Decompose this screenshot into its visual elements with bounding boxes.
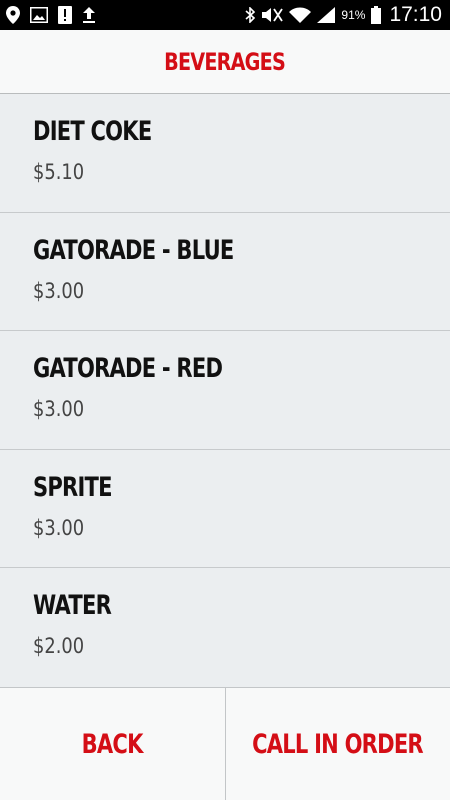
list-item-gatorade-blue[interactable]: GATORADE - BLUE $3.00 [0,212,450,332]
bluetooth-icon [245,7,256,23]
status-clock: 17:10 [389,3,442,26]
page-header: BEVERAGES [0,30,450,94]
status-bar: 91% 17:10 [0,0,450,30]
item-price: $5.10 [33,160,85,184]
item-name: WATER [33,590,112,622]
mute-icon [261,7,284,23]
beverage-list: DIET COKE $5.10 GATORADE - BLUE $3.00 GA… [0,94,450,687]
status-bar-notifications [6,0,96,30]
alert-icon [58,6,72,24]
list-item-gatorade-red[interactable]: GATORADE - RED $3.00 [0,331,450,450]
item-name: DIET COKE [33,116,152,147]
location-icon [6,6,20,24]
image-icon [30,7,48,23]
footer-bar: BACK CALL IN ORDER [0,687,450,800]
back-button[interactable]: BACK [0,688,225,800]
item-price: $3.00 [33,397,85,422]
upload-icon [82,6,96,24]
call-in-order-button[interactable]: CALL IN ORDER [226,688,450,800]
status-bar-system: 91% 17:10 [245,0,442,30]
wifi-icon [289,7,312,23]
item-name: GATORADE - BLUE [33,234,234,266]
item-name: SPRITE [33,471,113,503]
item-price: $2.00 [33,634,85,659]
item-name: GATORADE - RED [33,353,223,385]
battery-icon [371,6,382,24]
list-item-diet-coke[interactable]: DIET COKE $5.10 [0,94,450,213]
battery-percent: 91% [341,8,366,22]
back-button-label: BACK [81,728,144,760]
item-price: $3.00 [33,515,85,540]
list-item-water[interactable]: WATER $2.00 [0,568,450,687]
page-title: BEVERAGES [164,47,287,76]
list-item-sprite[interactable]: SPRITE $3.00 [0,449,450,569]
item-price: $3.00 [33,278,85,303]
call-in-order-label: CALL IN ORDER [252,728,424,760]
signal-icon [317,7,336,23]
